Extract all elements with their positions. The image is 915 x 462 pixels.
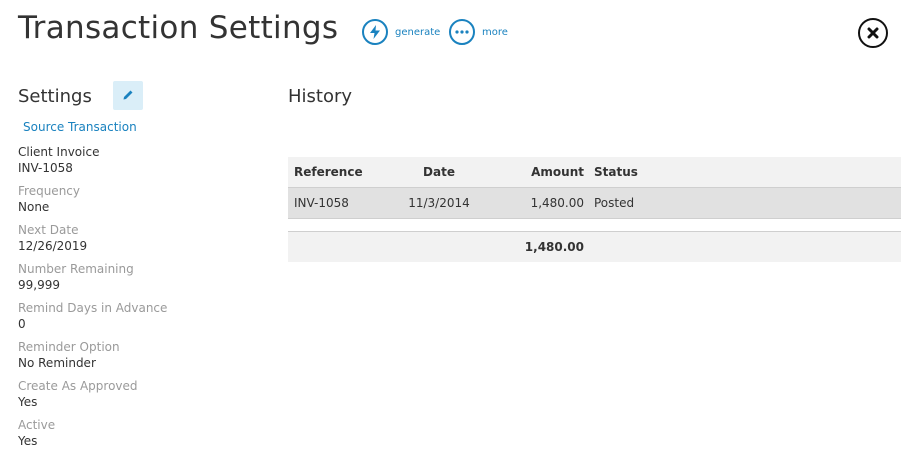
field-value: No Reminder xyxy=(18,356,96,370)
close-button[interactable] xyxy=(858,18,888,48)
page-title: Transaction Settings xyxy=(18,10,339,46)
table-spacer xyxy=(288,219,901,231)
table-total-row: 1,480.00 xyxy=(288,231,901,262)
column-header-status[interactable]: Status xyxy=(594,157,638,187)
field-value: Yes xyxy=(18,395,38,409)
field-label: Client Invoice xyxy=(18,145,100,159)
field-label: Frequency xyxy=(18,184,80,198)
field-value: Yes xyxy=(18,434,38,448)
field-label: Active xyxy=(18,418,56,432)
field-reminder-option: Reminder Option No Reminder xyxy=(18,339,258,378)
field-active: Active Yes xyxy=(18,417,258,456)
close-icon xyxy=(867,24,879,43)
field-value: 12/26/2019 xyxy=(18,239,88,253)
field-label: Remind Days in Advance xyxy=(18,301,168,315)
column-header-amount[interactable]: Amount xyxy=(498,157,584,187)
cell-amount: 1,480.00 xyxy=(530,196,584,210)
table-header-row: Reference Date Amount Status xyxy=(288,157,901,187)
edit-settings-button[interactable] xyxy=(113,81,143,110)
source-transaction-link[interactable]: Source Transaction xyxy=(23,120,137,134)
more-button[interactable]: more xyxy=(449,19,508,45)
total-amount: 1,480.00 xyxy=(524,240,584,254)
column-header-date[interactable]: Date xyxy=(383,157,495,187)
history-table: Reference Date Amount Status INV-1058 11… xyxy=(288,157,901,262)
ellipsis-icon xyxy=(449,19,475,45)
field-frequency: Frequency None xyxy=(18,183,258,222)
settings-fields: Client Invoice INV-1058 Frequency None N… xyxy=(18,144,258,456)
field-next-date: Next Date 12/26/2019 xyxy=(18,222,258,261)
field-label: Number Remaining xyxy=(18,262,134,276)
column-header-reference[interactable]: Reference xyxy=(294,157,363,187)
field-remind-days: Remind Days in Advance 0 xyxy=(18,300,258,339)
cell-reference: INV-1058 xyxy=(294,196,349,210)
field-label: Create As Approved xyxy=(18,379,138,393)
field-label: Next Date xyxy=(18,223,79,237)
generate-label: generate xyxy=(395,26,441,38)
field-label: Reminder Option xyxy=(18,340,120,354)
field-value: 99,999 xyxy=(18,278,60,292)
field-value: 0 xyxy=(18,317,26,331)
field-number-remaining: Number Remaining 99,999 xyxy=(18,261,258,300)
field-value: INV-1058 xyxy=(18,161,73,175)
table-row[interactable]: INV-1058 11/3/2014 1,480.00 Posted xyxy=(288,187,901,219)
lightning-icon xyxy=(362,19,388,45)
field-create-as-approved: Create As Approved Yes xyxy=(18,378,258,417)
cell-status: Posted xyxy=(594,196,635,210)
field-value: None xyxy=(18,200,50,214)
pencil-icon xyxy=(122,86,134,105)
settings-heading: Settings xyxy=(18,86,92,107)
generate-button[interactable]: generate xyxy=(362,19,440,45)
cell-date: 11/3/2014 xyxy=(408,196,470,210)
more-label: more xyxy=(482,26,508,38)
history-heading: History xyxy=(288,86,353,107)
field-client-invoice: Client Invoice INV-1058 xyxy=(18,144,258,183)
